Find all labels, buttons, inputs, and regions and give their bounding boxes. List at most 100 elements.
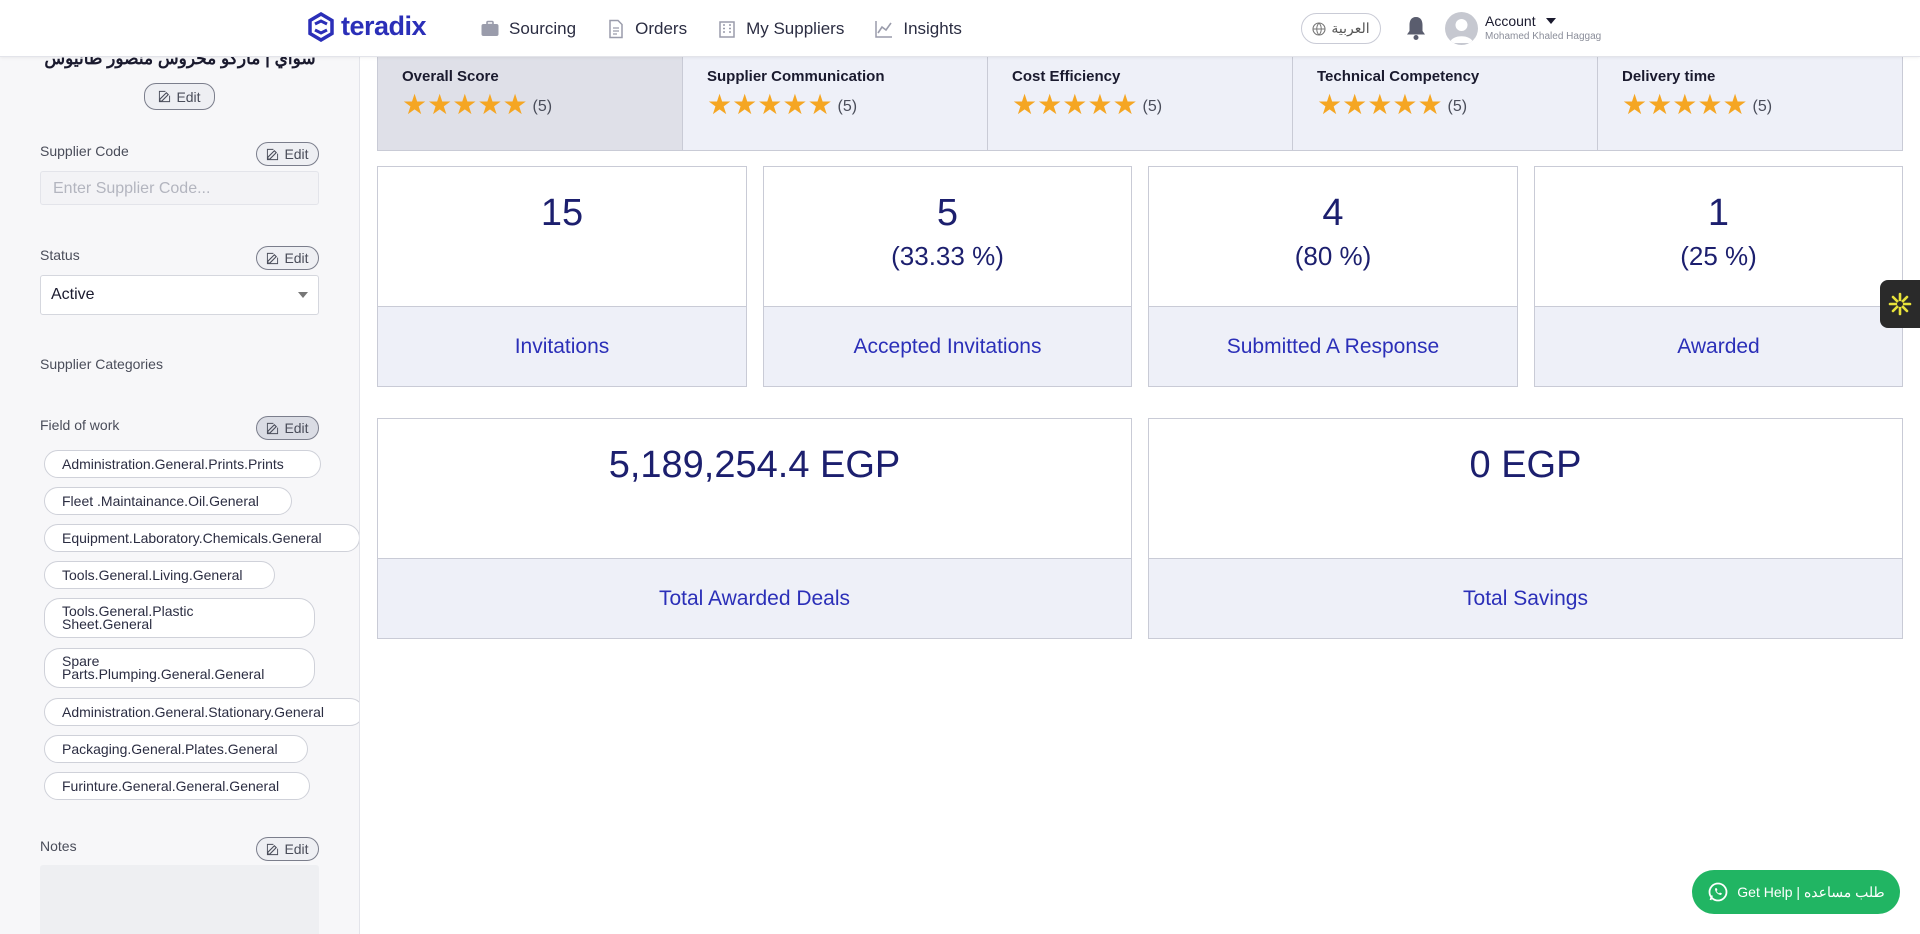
stat-card-accepted-invitations[interactable]: 5 (33.33 %) Accepted Invitations (763, 166, 1132, 387)
score-title: Delivery time (1622, 68, 1716, 85)
star-icon: ★ (757, 89, 783, 120)
star-icon: ★ (427, 89, 453, 120)
nav-my-suppliers-label: My Suppliers (746, 18, 845, 38)
teradix-logo[interactable]: teradix (307, 11, 427, 42)
edit-label: Edit (176, 88, 201, 105)
supplier-code-label: Supplier Code (40, 143, 129, 159)
star-rating: ★ ★ ★ ★ ★ (5) (1012, 91, 1268, 119)
nav-orders-label: Orders (635, 18, 688, 38)
top-navigation-bar: teradix Sourcing Orders My Suppliers Ins… (0, 0, 1920, 57)
globe-icon (1312, 21, 1326, 36)
field-of-work-chip: Tools.General.Plastic Sheet.General (44, 598, 315, 638)
star-icon: ★ (1722, 89, 1748, 120)
stat-percent: (80 %) (1294, 241, 1372, 271)
star-icon: ★ (1672, 89, 1698, 120)
edit-icon (267, 422, 279, 434)
get-help-label: Get Help | طلب مساعده (1737, 883, 1885, 900)
star-icon: ★ (1647, 89, 1673, 120)
supplier-code-input[interactable]: Enter Supplier Code... (40, 171, 319, 205)
stat-values: 15 (378, 167, 746, 235)
score-value: (5) (532, 98, 553, 115)
account-menu[interactable]: Account Mohamed Khaled Haggag (1485, 13, 1601, 42)
stat-number: 1 (1707, 192, 1730, 234)
star-icon: ★ (1417, 89, 1443, 120)
stat-number: 15 (540, 192, 584, 234)
field-of-work-chip: Equipment.Laboratory.Chemicals.General (44, 524, 359, 552)
edit-label: Edit (284, 841, 309, 857)
field-of-work-chip: Furinture.General.General.General (44, 772, 310, 800)
edit-supplier-code-button[interactable]: Edit (256, 142, 319, 166)
score-title: Technical Competency (1317, 68, 1480, 85)
nav-orders[interactable]: Orders (606, 19, 687, 39)
stat-card-total-savings[interactable]: 0 EGP Total Savings (1148, 418, 1903, 639)
star-icon: ★ (732, 89, 758, 120)
star-icon: ★ (782, 89, 808, 120)
avatar[interactable] (1445, 12, 1478, 45)
stat-label: Total Savings (1149, 558, 1902, 638)
field-of-work-chip: Administration.General.Stationary.Genera… (44, 698, 359, 726)
star-icon: ★ (477, 89, 503, 120)
chevron-down-icon (1545, 18, 1556, 24)
get-help-button[interactable]: Get Help | طلب مساعده (1692, 870, 1900, 914)
bell-icon[interactable] (1404, 15, 1428, 41)
star-icon: ★ (1037, 89, 1063, 120)
score-value: (5) (1752, 98, 1773, 115)
edit-icon (267, 252, 279, 264)
star-icon: ★ (1317, 89, 1343, 120)
nav-my-suppliers[interactable]: My Suppliers (717, 19, 844, 39)
edit-field-of-work-button[interactable]: Edit (256, 416, 319, 440)
stat-card-submitted-response[interactable]: 4 (80 %) Submitted A Response (1148, 166, 1518, 387)
score-band: Overall Score ★ ★ ★ ★ ★ (5) Supplier Communi… (377, 57, 1903, 151)
star-icon: ★ (1342, 89, 1368, 120)
stat-values: 4 (80 %) (1149, 167, 1517, 272)
field-of-work-chip: Fleet .Maintainance.Oil.General (44, 487, 292, 515)
edit-label: Edit (284, 250, 309, 266)
language-label: العربية (1331, 20, 1370, 36)
nav-insights[interactable]: Insights (874, 19, 962, 39)
score-cost-efficiency: Cost Efficiency ★ ★ ★ ★ ★ (5) (988, 57, 1293, 150)
score-title: Cost Efficiency (1012, 68, 1121, 85)
score-supplier-communication: Supplier Communication ★ ★ ★ ★ ★ (5) (683, 57, 988, 150)
stat-card-awarded[interactable]: 1 (25 %) Awarded (1534, 166, 1903, 387)
whatsapp-icon (1708, 882, 1728, 902)
account-label: Account (1485, 13, 1536, 29)
total-amount: 5,189,254.4 EGP (608, 444, 901, 486)
star-icon: ★ (1622, 89, 1648, 120)
nav-sourcing[interactable]: Sourcing (480, 19, 576, 39)
edit-status-button[interactable]: Edit (256, 246, 319, 270)
stat-card-invitations[interactable]: 15 Invitations (377, 166, 747, 387)
notes-label: Notes (40, 838, 77, 854)
star-rating: ★ ★ ★ ★ ★ (5) (1622, 91, 1878, 119)
star-icon: ★ (502, 89, 528, 120)
nav-sourcing-label: Sourcing (509, 18, 577, 38)
language-toggle-button[interactable]: العربية (1301, 13, 1381, 44)
status-select[interactable]: Active (40, 275, 319, 315)
brand-name: teradix (341, 11, 427, 41)
stat-label: Awarded (1535, 306, 1902, 386)
edit-supplier-name-button[interactable]: Edit (144, 83, 215, 110)
stat-card-total-awarded-deals[interactable]: 5,189,254.4 EGP Total Awarded Deals (377, 418, 1132, 639)
stat-values: 1 (25 %) (1535, 167, 1902, 272)
nav-insights-label: Insights (903, 18, 962, 38)
score-overall: Overall Score ★ ★ ★ ★ ★ (5) (378, 57, 683, 150)
feedback-side-tab[interactable] (1880, 280, 1920, 328)
star-icon: ★ (402, 89, 428, 120)
supplier-categories-label: Supplier Categories (40, 356, 163, 372)
star-icon: ★ (1697, 89, 1723, 120)
score-value: (5) (1142, 98, 1163, 115)
stat-values: 0 EGP (1149, 419, 1902, 487)
line-chart-icon (875, 20, 893, 38)
stat-label: Total Awarded Deals (378, 558, 1131, 638)
star-icon: ★ (707, 89, 733, 120)
total-amount: 0 EGP (1469, 444, 1582, 486)
supplier-sidebar: سواي | ماركو محروس منصور طانيوس Edit Sup… (0, 57, 360, 934)
score-title: Overall Score (402, 68, 499, 85)
star-icon: ★ (1112, 89, 1138, 120)
star-rating: ★ ★ ★ ★ ★ (5) (707, 91, 963, 119)
chevron-down-icon (298, 292, 308, 298)
edit-notes-button[interactable]: Edit (256, 837, 319, 861)
edit-icon (267, 148, 279, 160)
account-user-name: Mohamed Khaled Haggag (1485, 31, 1602, 42)
star-icon: ★ (807, 89, 833, 120)
notes-field[interactable] (40, 865, 319, 934)
